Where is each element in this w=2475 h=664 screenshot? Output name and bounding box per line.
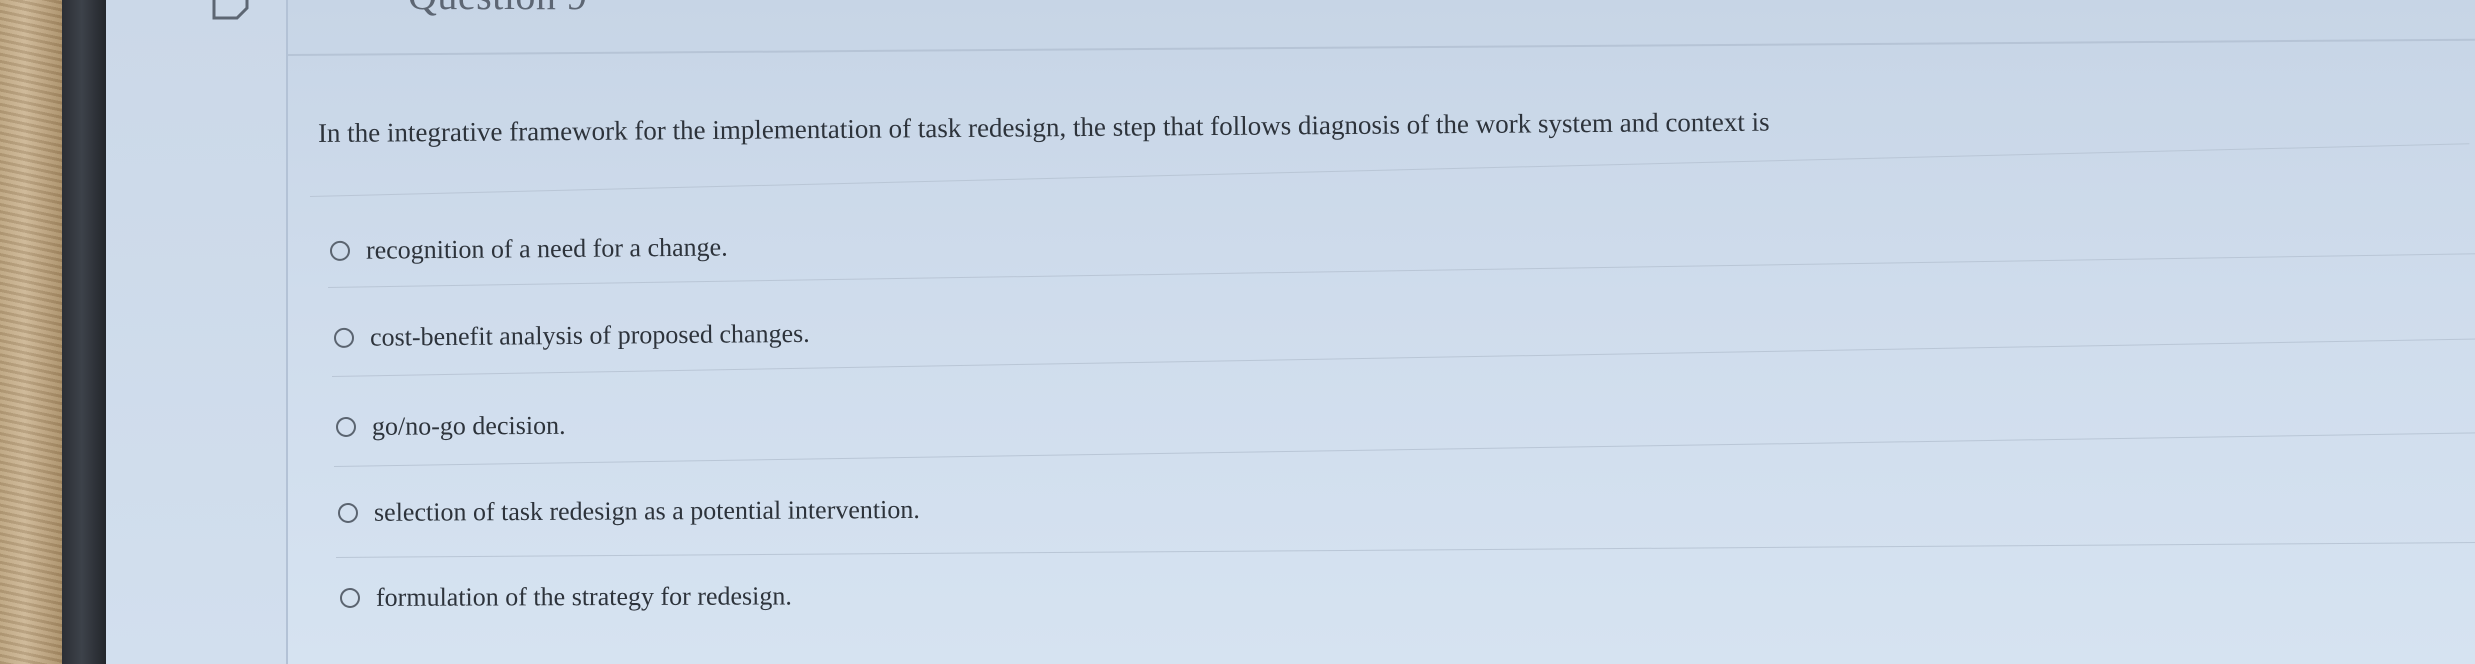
answer-label: formulation of the strategy for redesign… (375, 581, 792, 612)
desk-background (0, 0, 62, 664)
answer-divider (333, 432, 2475, 467)
answer-label: cost-benefit analysis of proposed change… (369, 318, 810, 352)
answer-option-2[interactable]: cost-benefit analysis of proposed change… (333, 318, 810, 353)
answer-label: go/no-go decision. (371, 410, 566, 441)
answer-label: recognition of a need for a change. (365, 232, 728, 265)
answer-option-3[interactable]: go/no-go decision. (335, 410, 566, 442)
answer-divider (335, 542, 2475, 558)
question-card: Question 9 In the integrative framework … (287, 0, 2475, 664)
flag-question-icon[interactable] (211, 0, 251, 24)
radio-button[interactable] (337, 502, 359, 523)
answer-option-1[interactable]: recognition of a need for a change. (329, 232, 728, 266)
monitor-bezel (62, 0, 106, 664)
quiz-screen: Question 9 In the integrative framework … (106, 0, 2475, 664)
radio-button[interactable] (339, 587, 361, 608)
answer-options: recognition of a need for a change. cost… (288, 0, 2475, 664)
radio-button[interactable] (333, 327, 355, 348)
radio-button[interactable] (329, 240, 351, 261)
left-panel (106, 0, 288, 664)
answer-option-4[interactable]: selection of task redesign as a potentia… (337, 494, 920, 528)
answer-label: selection of task redesign as a potentia… (373, 494, 920, 527)
answer-option-5[interactable]: formulation of the strategy for redesign… (339, 581, 792, 613)
radio-button[interactable] (335, 416, 357, 437)
